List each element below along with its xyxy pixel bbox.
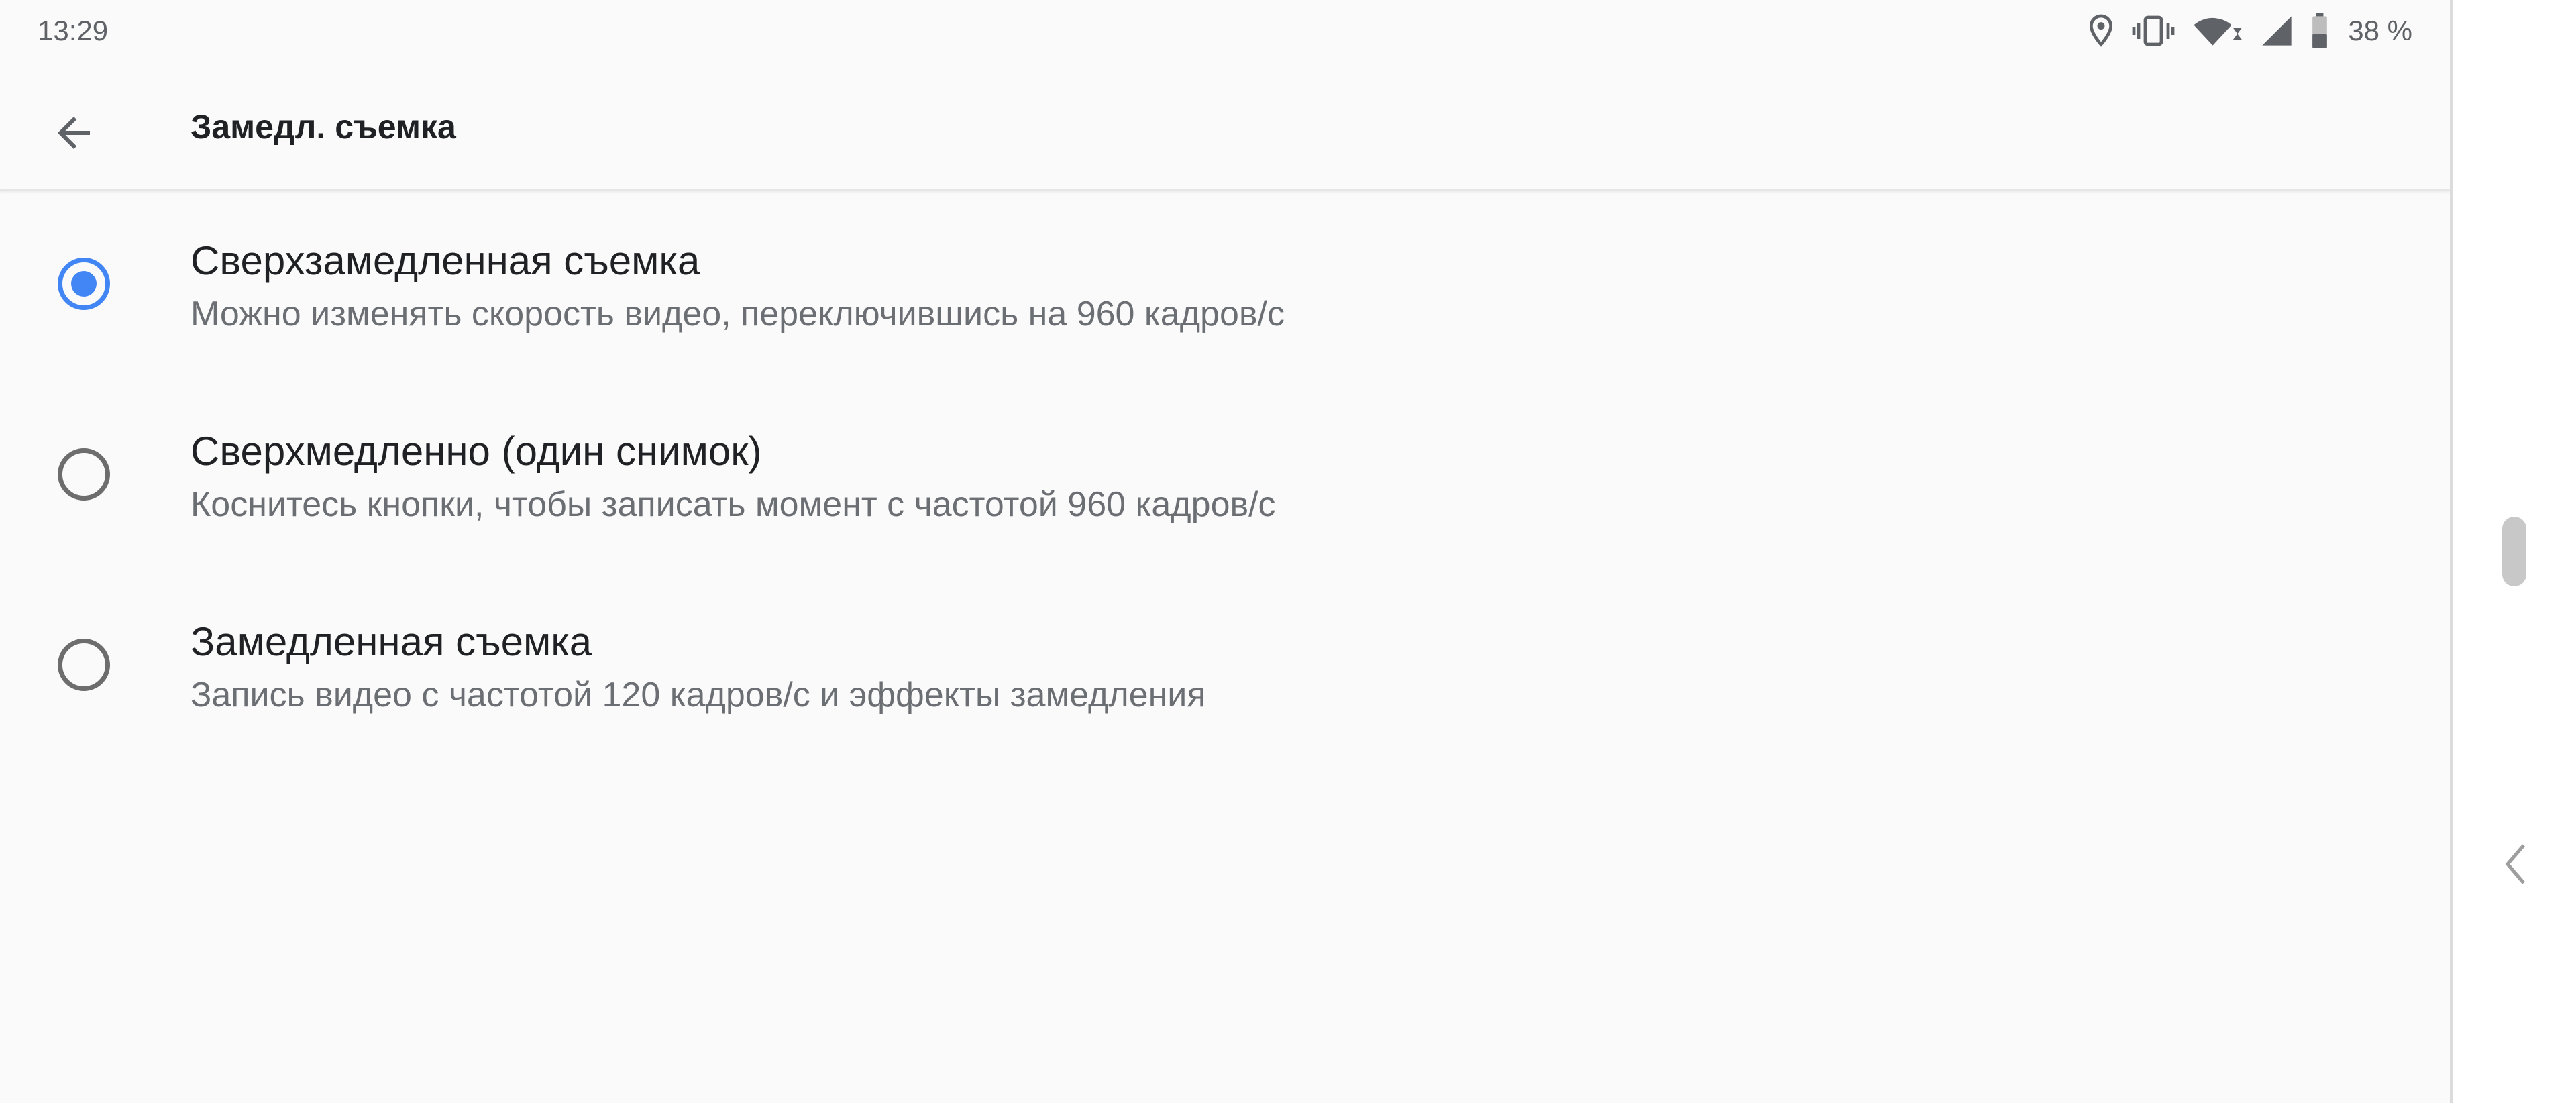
settings-app: 13:29 38 % Замедл. съемка Сверхзамедленн… <box>0 0 2450 1103</box>
option-super-slow-motion[interactable]: Сверхзамедленная съемка Можно изменять с… <box>0 192 2450 382</box>
option-title: Замедленная съемка <box>191 619 592 664</box>
radio-button[interactable] <box>58 448 110 501</box>
right-side-panel <box>2453 0 2576 1103</box>
arrow-back-icon <box>50 109 98 160</box>
option-title: Сверхзамедленная съемка <box>191 238 700 283</box>
option-super-slow-single[interactable]: Сверхмедленно (один снимок) Коснитесь кн… <box>0 382 2450 573</box>
toolbar: Замедл. съемка <box>0 60 2450 191</box>
status-time: 13:29 <box>38 15 109 46</box>
option-slow-motion[interactable]: Замедленная съемка Запись видео с частот… <box>0 573 2450 764</box>
signal-icon <box>2259 13 2294 48</box>
wifi-icon <box>2191 13 2243 48</box>
chevron-left-icon <box>2502 843 2529 889</box>
battery-icon <box>2310 13 2329 48</box>
status-bar: 13:29 38 % <box>0 0 2450 60</box>
option-title: Сверхмедленно (один снимок) <box>191 429 762 474</box>
radio-button[interactable] <box>58 639 110 691</box>
status-icons: 38 % <box>2086 11 2412 51</box>
radio-button-selected[interactable] <box>58 258 110 310</box>
vibrate-icon <box>2132 14 2175 48</box>
option-subtitle: Запись видео с частотой 120 кадров/с и э… <box>191 676 1206 715</box>
screen: 13:29 38 % Замедл. съемка Сверхзамедленн… <box>0 0 2576 1103</box>
slow-motion-options-list: Сверхзамедленная съемка Можно изменять с… <box>0 192 2450 764</box>
back-button[interactable] <box>42 102 106 166</box>
edge-panel-handle[interactable] <box>2496 839 2536 892</box>
option-subtitle: Коснитесь кнопки, чтобы записать момент … <box>191 485 1276 524</box>
page-title: Замедл. съемка <box>191 108 456 146</box>
battery-percentage: 38 % <box>2348 15 2412 46</box>
location-icon <box>2086 13 2116 48</box>
scroll-handle[interactable] <box>2502 517 2526 586</box>
option-subtitle: Можно изменять скорость видео, переключи… <box>191 295 1285 333</box>
